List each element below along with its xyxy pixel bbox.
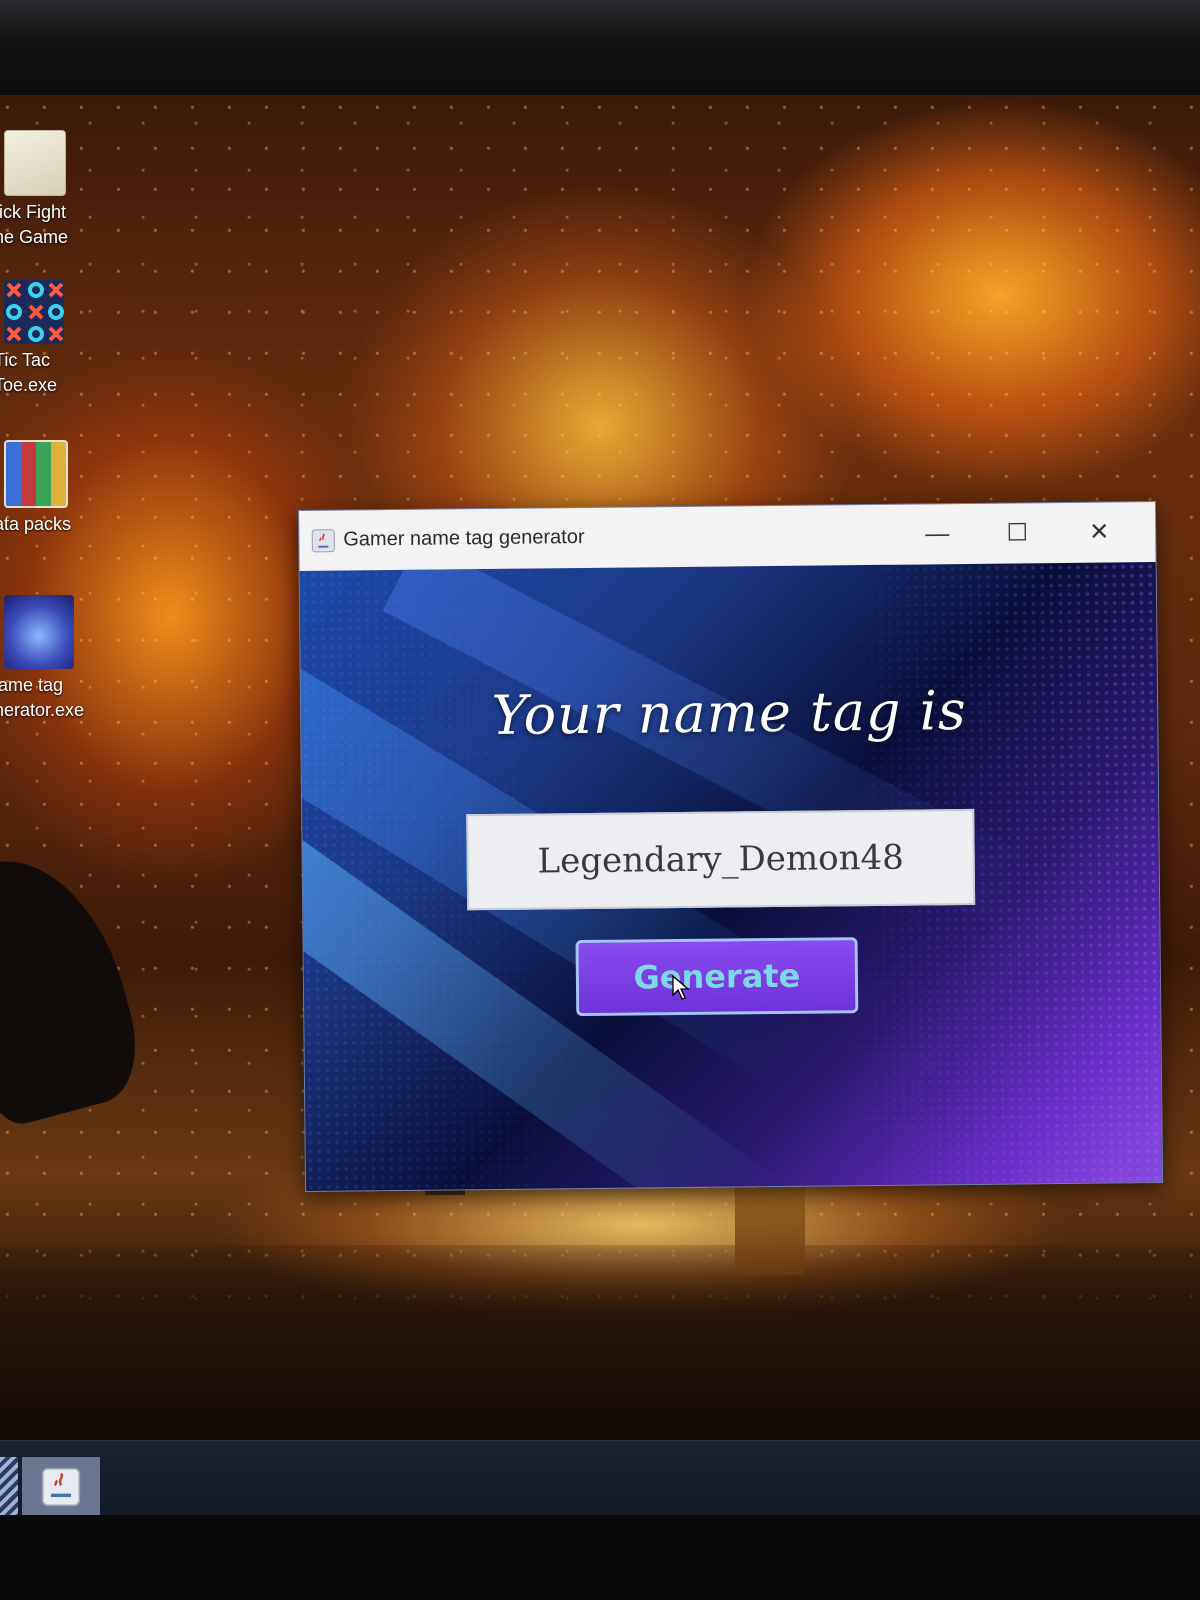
desktop-icon-tic-tac-toe[interactable]: Tic Tac Toe.exe [0,280,95,398]
desktop-icon-label: Toe.exe [0,375,58,395]
monitor-bezel-bottom [0,1515,1200,1600]
desktop-icon-label: he Game [0,227,69,247]
desktop-icon-label: lame tag [0,675,64,695]
taskbar-java-app[interactable] [22,1457,100,1520]
java-app-icon [311,529,335,553]
headline: Your name tag is [491,679,968,747]
window-title: Gamer name tag generator [343,526,585,551]
desktop-icon-label: nerator.exe [0,700,85,720]
taskbar [0,1440,1200,1520]
tic-tac-toe-icon [4,280,64,344]
minimize-button[interactable]: — [907,514,967,555]
app-content: Your name tag is Generate [299,562,1163,1191]
close-button[interactable]: ✕ [1069,512,1129,553]
app-window: Gamer name tag generator — ☐ ✕ Your name… [298,501,1164,1192]
generate-button[interactable]: Generate [575,937,859,1017]
mouse-cursor-icon [672,974,690,1000]
taskbar-app-icon[interactable] [0,1457,18,1517]
desktop: tick Fight he Game Tic Tac Toe.exe [0,95,1200,1535]
desktop-icon-label: Tic Tac [0,350,51,370]
desktop-icon-stick-fight[interactable]: tick Fight he Game [0,130,95,250]
desktop-icon-label: tick Fight [0,202,67,222]
desktop-icon-name-tag-generator[interactable]: lame tag nerator.exe [0,595,95,723]
monitor-bezel-top [0,0,1200,110]
java-icon [41,1467,81,1507]
folder-icon [4,130,66,196]
title-bar[interactable]: Gamer name tag generator — ☐ ✕ [299,502,1156,572]
archive-icon [4,440,68,508]
name-tag-field[interactable] [466,808,976,911]
desktop-icon-data-packs[interactable]: ata packs [0,440,95,537]
gamepad-icon [4,595,74,669]
maximize-button[interactable]: ☐ [987,513,1047,554]
desktop-icon-label: ata packs [0,514,72,534]
